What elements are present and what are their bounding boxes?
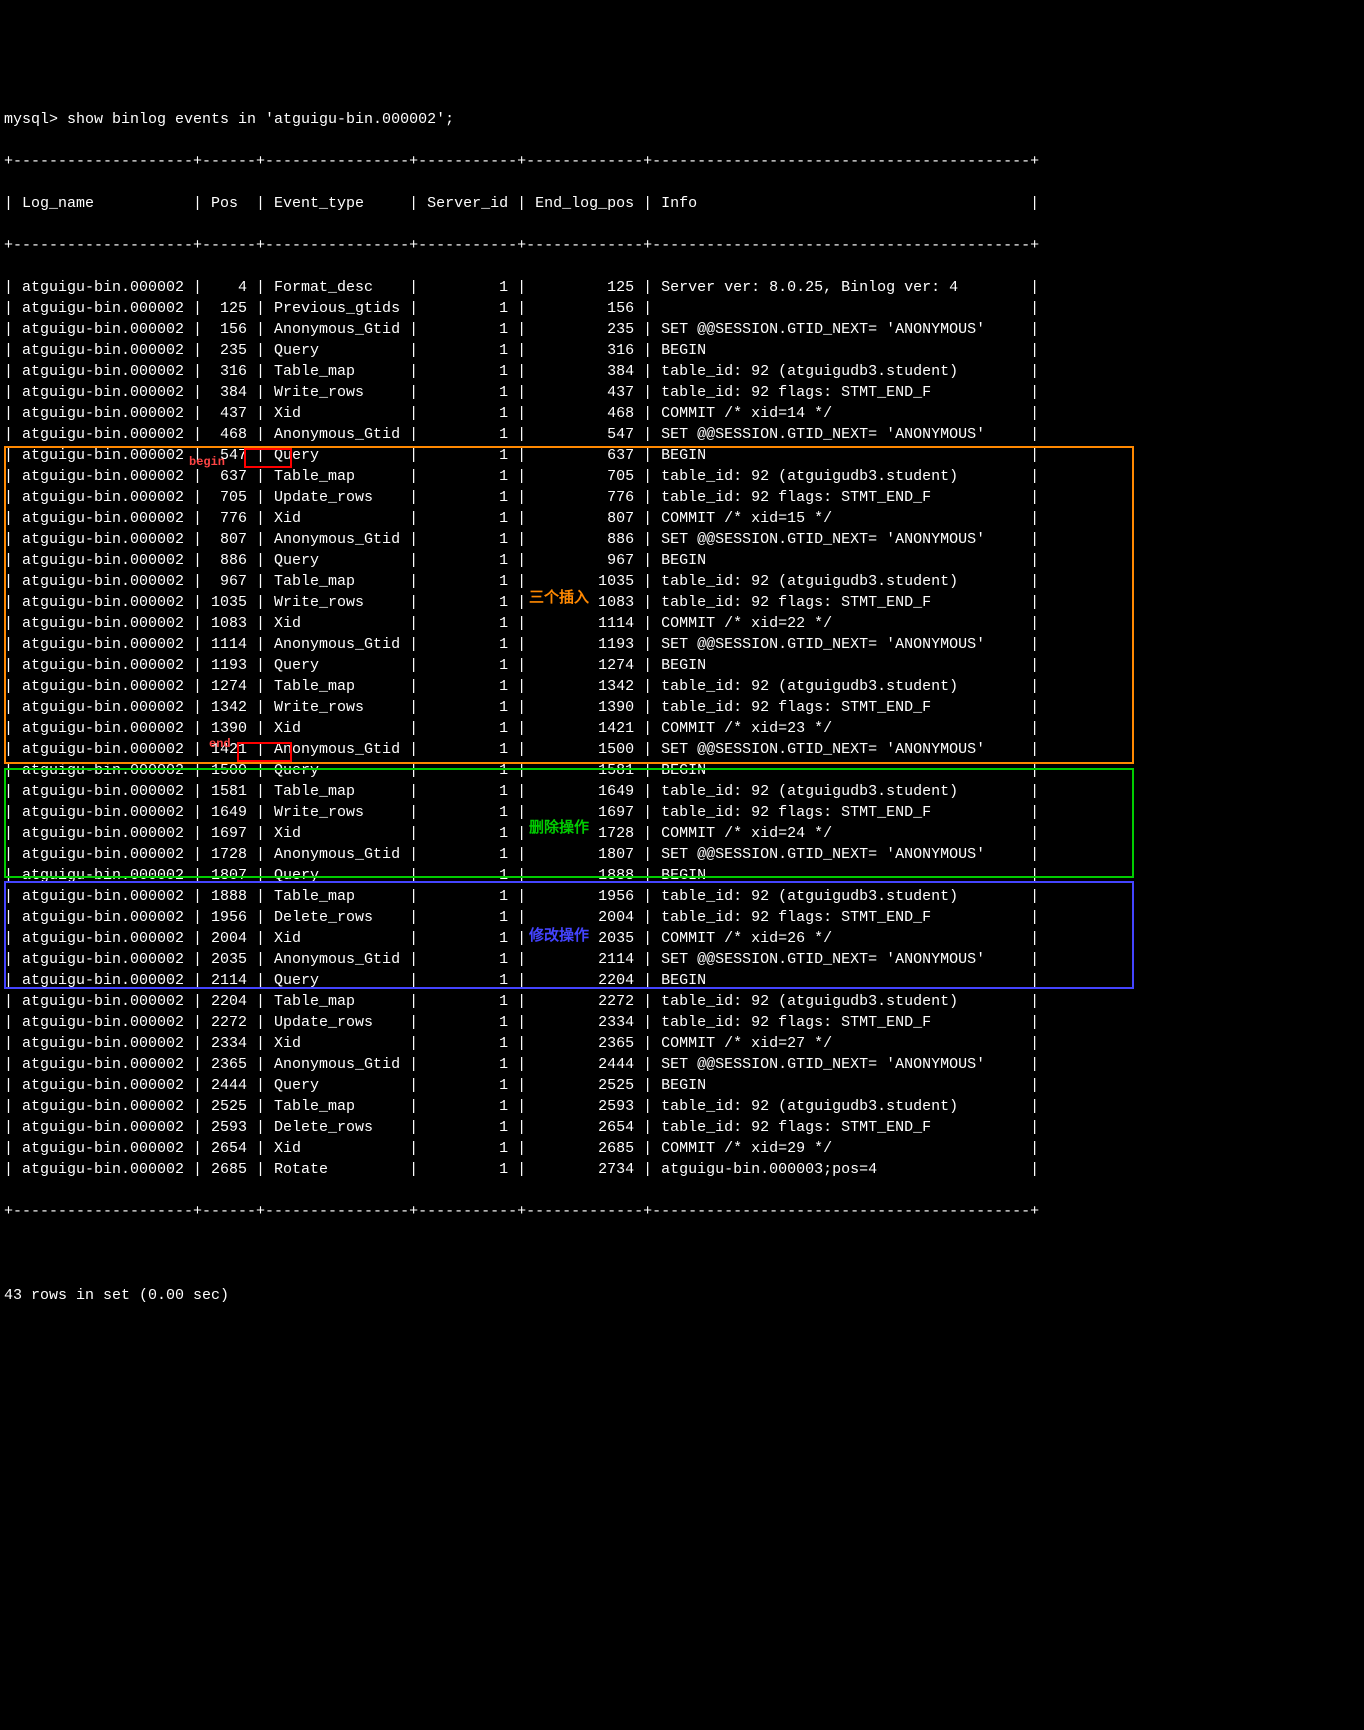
table-row: | atguigu-bin.000002 | 1035 | Write_rows… (4, 592, 1360, 613)
table-row: | atguigu-bin.000002 | 2525 | Table_map … (4, 1096, 1360, 1117)
table-row: | atguigu-bin.000002 | 384 | Write_rows … (4, 382, 1360, 403)
table-row: | atguigu-bin.000002 | 2593 | Delete_row… (4, 1117, 1360, 1138)
table-row: | atguigu-bin.000002 | 156 | Anonymous_G… (4, 319, 1360, 340)
table-row: | atguigu-bin.000002 | 967 | Table_map |… (4, 571, 1360, 592)
divider-line: +--------------------+------+-----------… (4, 237, 1039, 254)
table-row: | atguigu-bin.000002 | 2272 | Update_row… (4, 1012, 1360, 1033)
table-row: | atguigu-bin.000002 | 1114 | Anonymous_… (4, 634, 1360, 655)
result-footer: 43 rows in set (0.00 sec) (4, 1285, 1360, 1306)
table-row: | atguigu-bin.000002 | 776 | Xid | 1 | 8… (4, 508, 1360, 529)
table-row: | atguigu-bin.000002 | 235 | Query | 1 |… (4, 340, 1360, 361)
table-row: | atguigu-bin.000002 | 886 | Query | 1 |… (4, 550, 1360, 571)
terminal-output: mysql> show binlog events in 'atguigu-bi… (4, 88, 1360, 1621)
table-row: | atguigu-bin.000002 | 1500 | Query | 1 … (4, 760, 1360, 781)
insert-annotation: 三个插入 (529, 588, 589, 609)
table-row: | atguigu-bin.000002 | 2204 | Table_map … (4, 991, 1360, 1012)
divider-line: +--------------------+------+-----------… (4, 1203, 1039, 1220)
table-row: | atguigu-bin.000002 | 468 | Anonymous_G… (4, 424, 1360, 445)
end-annotation: end (209, 736, 231, 753)
table-row: | atguigu-bin.000002 | 1274 | Table_map … (4, 676, 1360, 697)
table-row: | atguigu-bin.000002 | 1193 | Query | 1 … (4, 655, 1360, 676)
table-row: | atguigu-bin.000002 | 2654 | Xid | 1 | … (4, 1138, 1360, 1159)
table-row: | atguigu-bin.000002 | 1083 | Xid | 1 | … (4, 613, 1360, 634)
begin-annotation: begin (189, 454, 225, 471)
table-row: | atguigu-bin.000002 | 2334 | Xid | 1 | … (4, 1033, 1360, 1054)
table-row: | atguigu-bin.000002 | 2685 | Rotate | 1… (4, 1159, 1360, 1180)
table-divider: +--------------------+------+-----------… (4, 1201, 1360, 1222)
table-row: | atguigu-bin.000002 | 2114 | Query | 1 … (4, 970, 1360, 991)
table-row: | atguigu-bin.000002 | 1697 | Xid | 1 | … (4, 823, 1360, 844)
table-row: | atguigu-bin.000002 | 1390 | Xid | 1 | … (4, 718, 1360, 739)
table-row: | atguigu-bin.000002 | 2035 | Anonymous_… (4, 949, 1360, 970)
table-row: | atguigu-bin.000002 | 807 | Anonymous_G… (4, 529, 1360, 550)
table-row: | atguigu-bin.000002 | 2004 | Xid | 1 | … (4, 928, 1360, 949)
table-divider: +--------------------+------+-----------… (4, 235, 1360, 256)
table-row: | atguigu-bin.000002 | 1728 | Anonymous_… (4, 844, 1360, 865)
delete-annotation: 删除操作 (529, 818, 589, 839)
footer-text: 43 rows in set (0.00 sec) (4, 1287, 229, 1304)
table-row: | atguigu-bin.000002 | 1421 | Anonymous_… (4, 739, 1360, 760)
table-row: | atguigu-bin.000002 | 1581 | Table_map … (4, 781, 1360, 802)
table-row: | atguigu-bin.000002 | 705 | Update_rows… (4, 487, 1360, 508)
update-annotation: 修改操作 (529, 926, 589, 947)
table-row: | atguigu-bin.000002 | 2365 | Anonymous_… (4, 1054, 1360, 1075)
table-row: | atguigu-bin.000002 | 437 | Xid | 1 | 4… (4, 403, 1360, 424)
footer-line (4, 1243, 1360, 1264)
table-row: | atguigu-bin.000002 | 125 | Previous_gt… (4, 298, 1360, 319)
table-row: | atguigu-bin.000002 | 1888 | Table_map … (4, 886, 1360, 907)
table-row: | atguigu-bin.000002 | 2444 | Query | 1 … (4, 1075, 1360, 1096)
table-row: | atguigu-bin.000002 | 4 | Format_desc |… (4, 277, 1360, 298)
table-row: | atguigu-bin.000002 | 1649 | Write_rows… (4, 802, 1360, 823)
table-row: | atguigu-bin.000002 | 1807 | Query | 1 … (4, 865, 1360, 886)
table-divider: +--------------------+------+-----------… (4, 151, 1360, 172)
divider-line: +--------------------+------+-----------… (4, 153, 1039, 170)
prompt-text: mysql> show binlog events in 'atguigu-bi… (4, 111, 454, 128)
table-row: | atguigu-bin.000002 | 1956 | Delete_row… (4, 907, 1360, 928)
table-header-row: | Log_name | Pos | Event_type | Server_i… (4, 193, 1360, 214)
table-row: | atguigu-bin.000002 | 316 | Table_map |… (4, 361, 1360, 382)
mysql-prompt: mysql> show binlog events in 'atguigu-bi… (4, 109, 1360, 130)
table-row: | atguigu-bin.000002 | 1342 | Write_rows… (4, 697, 1360, 718)
